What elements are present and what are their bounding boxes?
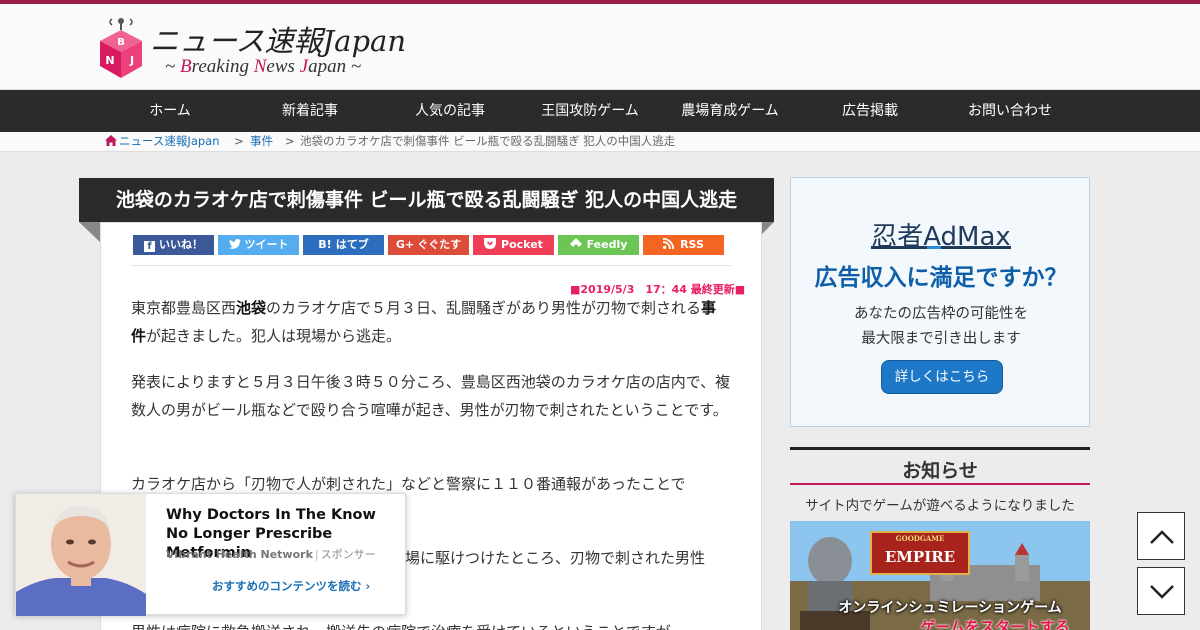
breadcrumb-current: 池袋のカラオケ店で刺傷事件 ビール瓶で殴る乱闘騒ぎ 犯人の中国人逃走 [300,134,676,148]
main-nav: ホーム 新着記事 人気の記事 王国攻防ゲーム 農場育成ゲーム 広告掲載 お問い合… [0,90,1200,132]
notice-text: サイト内でゲームが遊べるようになりました [805,498,1075,514]
share-rss-button[interactable]: RSS [643,235,724,255]
twitter-icon [228,239,241,249]
chevron-down-icon [1150,585,1174,599]
subtitle-cap: N [253,56,267,77]
ad-brand-underline [871,246,1011,249]
ad-headline: 広告収入に満足ですか？ [814,265,1068,291]
home-icon [105,135,117,146]
subtitle-part: ~ [165,56,181,77]
popup-image[interactable] [16,494,146,616]
game-banner[interactable]: GOODGAME EMPIRE オンラインシュミレーションゲーム ゲームをスター… [790,521,1090,630]
game-logo-small: GOODGAME [895,534,945,543]
breadcrumb-home-label: ニュース速報Japan [119,134,220,148]
title-fold-right [762,222,774,234]
notice-title: お知らせ [902,460,978,482]
breadcrumb-separator: > [234,134,244,148]
breadcrumb-home[interactable]: ニュース速報Japan [105,132,220,151]
nav-item-contact[interactable]: お問い合わせ [940,90,1080,132]
share-hatena-button[interactable]: B! はてブ [303,235,384,255]
chevron-up-icon [1150,530,1174,544]
share-label: Feedly [586,238,628,251]
chevron-right-icon: › [365,579,371,593]
site-header: B N J ニュース速報Japan ~ Breaking News Japan … [0,4,1200,90]
pocket-icon [484,238,497,249]
game-banner-label: オンラインシュミレーションゲーム [838,600,1062,616]
logo-letter-b: B [117,37,125,48]
ad-description: あなたの広告枠の可能性を 最大限まで引き出します [791,302,1091,352]
popup-source-name: Vibrant Health Network [166,548,313,561]
popup-read-more-label: おすすめのコンテンツを読む [212,579,362,593]
popup-source: Vibrant Health Network | スポンサー [166,546,376,562]
breadcrumb: ニュース速報Japan > 事件 > 池袋のカラオケ店で刺傷事件 ビール瓶で殴る… [0,132,1200,152]
game-logo: GOODGAME EMPIRE [870,531,970,575]
text-run: 東京都豊島区西 [131,299,237,317]
subtitle-part: ews [266,56,300,77]
facebook-icon: f [144,241,155,252]
share-label: Pocket [501,238,543,251]
nav-item-popular[interactable]: 人気の記事 [380,90,520,132]
breadcrumb-category[interactable]: 事件 [250,132,273,151]
subtitle-cap: B [180,56,192,77]
google-plus-icon: G+ [395,238,415,251]
game-logo-main: EMPIRE [884,548,956,566]
scroll-down-button[interactable] [1137,567,1185,615]
subtitle-part: reaking [191,56,254,77]
share-label: RSS [680,238,704,251]
share-facebook-button[interactable]: f いいね！ [133,235,214,255]
game-start-cta[interactable]: ゲームをスタートする [900,616,1090,630]
popup-read-more-link[interactable]: おすすめのコンテンツを読む › [212,578,370,594]
share-label: はてブ [335,238,369,251]
site-logo-icon[interactable]: B N J [98,16,144,80]
notice-top-rule [790,447,1090,450]
ad-details-button[interactable]: 詳しくはこちら [881,360,1003,394]
ad-banner[interactable]: 忍者AdMax 広告収入に満足ですか？ あなたの広告枠の可能性を 最大限まで引き出… [790,177,1090,427]
sponsored-popup[interactable]: Why Doctors In The Know No Longer Prescr… [15,493,406,616]
share-divider [131,265,731,266]
text-run: が起きました。犯人は現場から逃走。 [146,327,402,345]
share-label: ぐぐたす [417,238,462,251]
subtitle-part: apan ~ [308,56,362,77]
nav-item-kingdom-game[interactable]: 王国攻防ゲーム [520,90,660,132]
logo-letter-j: J [129,54,134,67]
site-title[interactable]: ニュース速報Japan [150,18,406,60]
doctor-portrait-image [16,494,146,616]
article-paragraph-4: 場に駆けつけたところ、刃物で刺された男性 [405,549,706,567]
subtitle-cap: J [299,56,309,77]
feedly-icon [569,238,582,247]
rss-icon [662,237,675,250]
article-title: 池袋のカラオケ店で刺傷事件 ビール瓶で殴る乱闘騒ぎ 犯人の中国人逃走 [79,178,774,222]
article-paragraph-2: 発表によりますと５月３日午後３時５０分ころ、豊島区西池袋のカラオケ店の店内で、複… [131,373,731,419]
scroll-up-button[interactable] [1137,512,1185,560]
logo-letter-n: N [105,54,114,67]
popup-divider: | [314,548,319,561]
nav-item-ads[interactable]: 広告掲載 [800,90,940,132]
share-google-plus-button[interactable]: G+ ぐぐたす [388,235,469,255]
nav-item-home[interactable]: ホーム [100,90,240,132]
site-subtitle: ~ Breaking News Japan ~ [165,56,361,78]
nav-item-farm-game[interactable]: 農場育成ゲーム [660,90,800,132]
popup-sponsor: スポンサー [320,548,376,561]
article-paragraph-1: 東京都豊島区西池袋のカラオケ店で５月３日、乱闘騒ぎがあり男性が刃物で刺される事件… [131,294,731,350]
share-label: ツイート [244,238,289,251]
ad-line: あなたの広告枠の可能性を [854,306,1028,322]
notice-underline [790,483,1090,485]
article-paragraph-5: 男性は病院に救急搬送され、搬送先の病院で治療を受けているということですが [131,618,751,630]
share-label: いいね！ [159,238,203,251]
nav-item-new[interactable]: 新着記事 [240,90,380,132]
text-run: のカラオケ店で５月３日、乱闘騒ぎがあり男性が刃物で刺される [266,299,702,317]
share-twitter-button[interactable]: ツイート [218,235,299,255]
keyword-bold: 池袋 [236,299,267,317]
share-feedly-button[interactable]: Feedly [558,235,639,255]
ad-line: 最大限まで引き出します [861,331,1021,347]
title-fold-left [79,222,100,242]
share-pocket-button[interactable]: Pocket [473,235,554,255]
hatena-icon: B! [318,238,332,251]
breadcrumb-separator: > [285,134,295,148]
